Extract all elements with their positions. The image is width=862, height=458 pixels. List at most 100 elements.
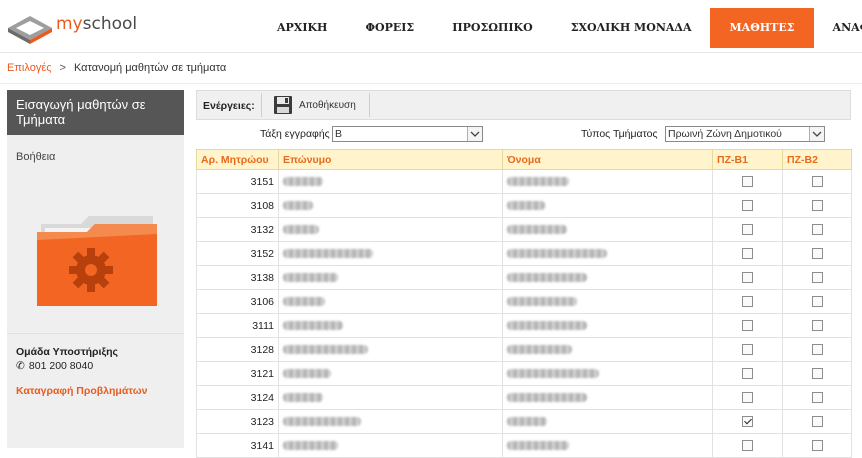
nav-agencies[interactable]: ΦΟΡΕΙΣ [346, 8, 433, 48]
first-name-cell [502, 241, 713, 266]
floppy-disk-icon [274, 96, 292, 114]
pz-b2-checkbox[interactable] [811, 392, 823, 404]
table-row[interactable]: 3124 [196, 385, 852, 410]
pz-b1-checkbox[interactable] [742, 440, 753, 452]
table-row[interactable]: 3106 [196, 289, 852, 314]
section-type-select[interactable]: Πρωινή Ζώνη Δημοτικού [665, 126, 825, 142]
registry-number-cell: 3111 [196, 313, 279, 338]
table-row[interactable]: 3138 [196, 265, 852, 290]
pz-b1-cell [712, 361, 783, 386]
pz-b1-checkbox[interactable] [742, 320, 753, 332]
pz-b1-checkbox[interactable] [742, 368, 753, 380]
pz-b2-checkbox[interactable] [811, 176, 823, 188]
grade-label: Τάξη εγγραφής [260, 128, 330, 140]
redacted-first-name [507, 417, 547, 427]
registry-number-cell: 3108 [196, 193, 279, 218]
table-row[interactable]: 3141 [196, 433, 852, 458]
registry-number-cell: 3106 [196, 289, 279, 314]
pz-b2-cell [782, 169, 852, 194]
pz-b1-checkbox[interactable] [742, 416, 753, 428]
col-header-pz-b1[interactable]: ΠΖ-Β1 [712, 149, 783, 170]
redacted-surname [283, 177, 323, 187]
table-row[interactable]: 3151 [196, 169, 852, 194]
pz-b2-checkbox[interactable] [811, 416, 823, 428]
nav-students[interactable]: ΜΑΘΗΤΕΣ [710, 8, 814, 48]
section-type-select-value: Πρωινή Ζώνη Δημοτικού [668, 128, 782, 140]
redacted-surname [283, 393, 323, 403]
grade-select-value: Β [335, 128, 343, 140]
chevron-down-icon [467, 127, 482, 141]
pz-b1-cell [712, 241, 783, 266]
table-row[interactable]: 3132 [196, 217, 852, 242]
redacted-first-name [507, 273, 587, 283]
pz-b1-cell [712, 265, 783, 290]
pz-b1-checkbox[interactable] [742, 200, 753, 212]
breadcrumb-root[interactable]: Επιλογές [7, 62, 52, 74]
table-row[interactable]: 3108 [196, 193, 852, 218]
main-nav: ΑΡΧΙΚΗ ΦΟΡΕΙΣ ΠΡΟΣΩΠΙΚΟ ΣΧΟΛΙΚΗ ΜΟΝΑΔΑ Μ… [258, 8, 862, 48]
table-row[interactable]: 3121 [196, 361, 852, 386]
pz-b2-checkbox[interactable] [811, 320, 823, 332]
grade-select[interactable]: Β [332, 126, 483, 142]
pz-b1-checkbox[interactable] [742, 392, 753, 404]
first-name-cell [502, 289, 713, 314]
pz-b2-cell [782, 361, 852, 386]
registry-number-cell: 3121 [196, 361, 279, 386]
pz-b2-checkbox[interactable] [811, 224, 823, 236]
support-phone-number: 801 200 8040 [28, 360, 94, 372]
pz-b1-checkbox[interactable] [742, 248, 753, 260]
redacted-surname [283, 321, 343, 331]
pz-b2-checkbox[interactable] [811, 368, 823, 380]
pz-b1-cell [712, 433, 783, 458]
report-problems-link[interactable]: Καταγραφή Προβλημάτων [16, 385, 147, 397]
col-header-surname[interactable]: Επώνυμο [278, 149, 503, 170]
pz-b1-cell [712, 313, 783, 338]
table-row[interactable]: 3123 [196, 409, 852, 434]
sidebar-title: Εισαγωγή μαθητών σε Τμήματα [7, 90, 184, 135]
support-team-title: Ομάδα Υποστήριξης [16, 346, 119, 358]
pz-b1-checkbox[interactable] [742, 344, 753, 356]
nav-home[interactable]: ΑΡΧΙΚΗ [258, 8, 346, 48]
col-header-registry-number[interactable]: Αρ. Μητρώου [196, 149, 279, 170]
nav-school-unit[interactable]: ΣΧΟΛΙΚΗ ΜΟΝΑΔΑ [552, 8, 711, 48]
redacted-first-name [507, 321, 587, 331]
pz-b2-checkbox[interactable] [811, 248, 823, 260]
registry-number-cell: 3152 [196, 241, 279, 266]
table-row[interactable]: 3128 [196, 337, 852, 362]
save-button[interactable]: Αποθήκευση [267, 93, 367, 117]
pz-b2-checkbox[interactable] [811, 296, 823, 308]
registry-number-cell: 3124 [196, 385, 279, 410]
pz-b1-checkbox[interactable] [742, 296, 753, 308]
redacted-first-name [507, 369, 599, 379]
col-header-first-name[interactable]: Όνομα [502, 149, 713, 170]
surname-cell [278, 385, 503, 410]
redacted-surname [283, 417, 361, 427]
col-header-pz-b2[interactable]: ΠΖ-Β2 [782, 149, 852, 170]
pz-b2-checkbox[interactable] [811, 440, 823, 452]
help-link[interactable]: Βοήθεια [16, 151, 55, 163]
pz-b2-checkbox[interactable] [811, 272, 823, 284]
pz-b1-checkbox[interactable] [742, 176, 753, 188]
surname-cell [278, 289, 503, 314]
nav-reports[interactable]: ΑΝΑΦΟΡΕΣ [814, 8, 862, 48]
brand-name[interactable]: myschool [56, 14, 137, 34]
pz-b1-cell [712, 193, 783, 218]
nav-staff[interactable]: ΠΡΟΣΩΠΙΚΟ [433, 8, 552, 48]
support-phone: ✆ 801 200 8040 [16, 360, 93, 372]
table-row[interactable]: 3152 [196, 241, 852, 266]
pz-b2-checkbox[interactable] [811, 200, 823, 212]
surname-cell [278, 409, 503, 434]
registry-number-cell: 3151 [196, 169, 279, 194]
pz-b1-checkbox[interactable] [742, 272, 753, 284]
table-row[interactable]: 3111 [196, 313, 852, 338]
redacted-first-name [507, 441, 569, 451]
redacted-first-name [507, 249, 607, 259]
brand-suffix: school [82, 14, 138, 34]
redacted-first-name [507, 345, 572, 355]
pz-b2-checkbox[interactable] [811, 344, 823, 356]
surname-cell [278, 433, 503, 458]
first-name-cell [502, 385, 713, 410]
redacted-surname [283, 201, 313, 211]
pz-b1-checkbox[interactable] [742, 224, 753, 236]
pz-b2-cell [782, 265, 852, 290]
